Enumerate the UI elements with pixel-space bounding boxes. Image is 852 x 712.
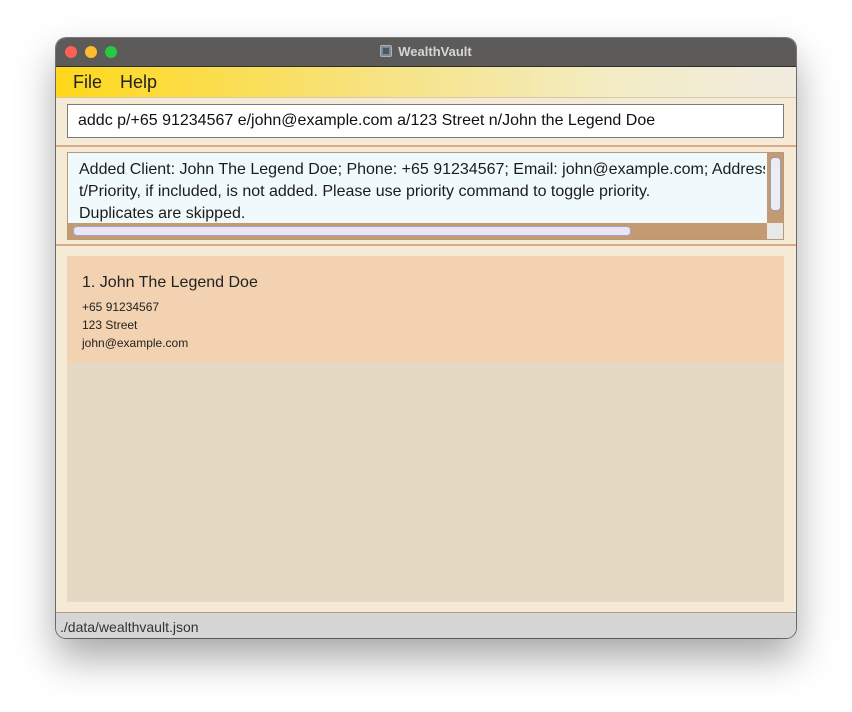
command-box-container [56, 98, 796, 147]
client-list[interactable]: 1. John The Legend Doe +65 91234567 123 … [67, 256, 784, 602]
client-address: 123 Street [82, 318, 138, 332]
scrollbar-corner [767, 223, 783, 239]
horizontal-scroll-thumb[interactable] [73, 226, 631, 236]
result-display-container: Added Client: John The Legend Doe; Phone… [56, 147, 796, 246]
window-title-group: WealthVault [56, 44, 796, 59]
menu-help[interactable]: Help [120, 72, 157, 93]
client-list-container: 1. John The Legend Doe +65 91234567 123 … [56, 246, 796, 612]
vertical-scrollbar[interactable] [767, 153, 783, 223]
window-title: WealthVault [398, 44, 472, 59]
vertical-scroll-thumb[interactable] [770, 157, 781, 211]
result-text: Added Client: John The Legend Doe; Phone… [79, 159, 765, 225]
menu-bar: File Help [56, 67, 796, 98]
result-line: t/Priority, if included, is not added. P… [79, 183, 651, 200]
client-card[interactable]: 1. John The Legend Doe +65 91234567 123 … [67, 256, 784, 362]
app-icon [380, 45, 393, 57]
result-display[interactable]: Added Client: John The Legend Doe; Phone… [67, 152, 784, 240]
save-file-path: ./data/wealthvault.json [60, 619, 199, 635]
client-name: 1. John The Legend Doe [82, 274, 258, 291]
client-email: john@example.com [82, 336, 189, 350]
result-line: Added Client: John The Legend Doe; Phone… [79, 161, 765, 178]
command-input[interactable] [67, 104, 784, 138]
horizontal-scrollbar[interactable] [68, 223, 767, 239]
result-line: Duplicates are skipped. [79, 205, 246, 222]
title-bar[interactable]: WealthVault [56, 38, 796, 67]
menu-file[interactable]: File [73, 72, 102, 93]
client-phone: +65 91234567 [82, 300, 160, 314]
app-window: WealthVault File Help Added Client: John… [56, 38, 796, 638]
status-bar: ./data/wealthvault.json [56, 612, 796, 638]
